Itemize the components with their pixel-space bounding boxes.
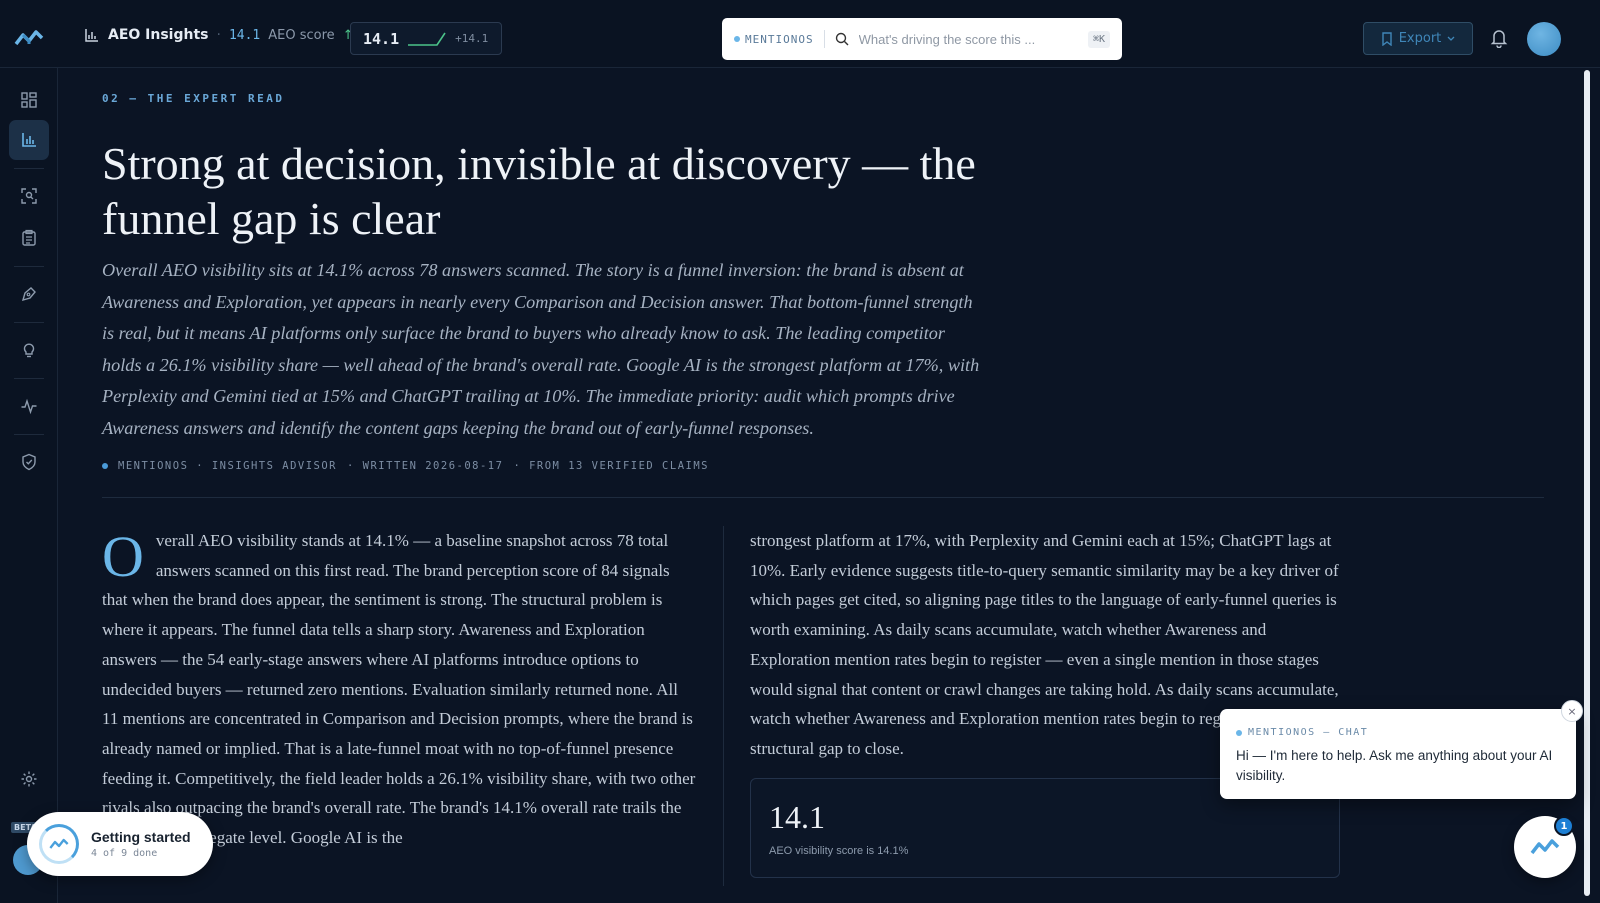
sidebar-divider [14, 322, 44, 323]
chevron-down-icon [1447, 36, 1455, 41]
sidebar-item-security[interactable] [9, 442, 49, 482]
export-button[interactable]: Export [1363, 22, 1473, 55]
aeo-score-value: 14.1 [228, 27, 261, 43]
sidebar-item-ideas[interactable] [9, 330, 49, 370]
getting-started-title: Getting started [91, 829, 191, 845]
search-tag-label: MENTIONOS [745, 32, 814, 46]
getting-started-widget[interactable]: Getting started 4 of 9 done [27, 812, 213, 876]
sidebar-item-insights[interactable] [9, 120, 49, 160]
status-dot [1236, 729, 1242, 736]
author-dot [102, 463, 108, 469]
sidebar-item-scan[interactable] [9, 176, 49, 216]
sidebar-divider [14, 378, 44, 379]
byline-written: · WRITTEN 2026-08-17 [347, 460, 504, 472]
sidebar [0, 68, 58, 903]
column-divider [723, 526, 724, 886]
notification-badge: 1 [1554, 816, 1574, 836]
chat-popup[interactable]: MENTIONOS — CHAT Hi — I'm here to help. … [1220, 709, 1576, 799]
getting-started-progress: 4 of 9 done [91, 848, 158, 859]
user-avatar[interactable] [1527, 22, 1561, 56]
sidebar-item-reports[interactable] [9, 218, 49, 258]
sidebar-divider [14, 434, 44, 435]
brand-logo-icon [1530, 839, 1560, 855]
chip-score: 14.1 [363, 29, 400, 48]
byline: MENTIONOS · INSIGHTS ADVISOR · WRITTEN 2… [102, 460, 709, 472]
clipboard-icon [22, 229, 36, 246]
export-icon [1382, 31, 1392, 46]
lightbulb-icon [23, 343, 35, 358]
progress-ring [39, 824, 79, 864]
section-eyebrow: 02 — THE EXPERT READ [102, 92, 285, 105]
byline-author: MENTIONOS · INSIGHTS ADVISOR [118, 460, 338, 472]
top-bar: AEO Insights · 14.1 AEO score ↑ 14.1 +14… [0, 0, 1600, 68]
grid-icon [21, 92, 37, 108]
article-headline: Strong at decision, invisible at discove… [102, 138, 976, 244]
sidebar-item-settings[interactable] [9, 759, 49, 799]
chat-message: Hi — I'm here to help. Ask me anything a… [1236, 748, 1553, 783]
scrollbar[interactable] [1584, 70, 1590, 896]
pen-tool-icon [21, 287, 36, 302]
bar-chart-icon [85, 29, 98, 42]
scan-face-icon [21, 188, 37, 204]
section-divider [102, 497, 1544, 498]
status-dot [734, 36, 740, 42]
search-input[interactable] [858, 31, 1078, 47]
column-1-text: verall AEO visibility stands at 14.1% — … [102, 531, 696, 848]
activity-icon [21, 398, 37, 415]
article-lede: Overall AEO visibility sits at 14.1% acr… [102, 260, 980, 438]
getting-started-text: Getting started 4 of 9 done [91, 829, 191, 859]
stat-value: 14.1 [769, 799, 825, 835]
drop-cap: O [102, 524, 144, 589]
score-sparkline-chip[interactable]: 14.1 +14.1 [350, 22, 502, 55]
separator-dot: · [216, 27, 221, 43]
stat-caption: AEO visibility score is 14.1% [769, 845, 909, 857]
byline-claims: · FROM 13 VERIFIED CLAIMS [513, 460, 709, 472]
chat-label-text: MENTIONOS — CHAT [1248, 727, 1369, 738]
article-column-1: O verall AEO visibility stands at 14.1% … [102, 526, 697, 853]
chat-label: MENTIONOS — CHAT [1236, 727, 1368, 738]
close-icon[interactable]: × [1561, 700, 1583, 722]
bar-chart-icon [22, 133, 36, 147]
app-title-group: AEO Insights · 14.1 AEO score ↑ [84, 27, 354, 43]
app-name: AEO Insights [108, 27, 209, 43]
search-tag: MENTIONOS [734, 33, 814, 46]
sidebar-item-dashboard[interactable] [9, 80, 49, 120]
sidebar-item-content[interactable] [9, 274, 49, 314]
brand-logo-icon[interactable] [14, 28, 44, 48]
bell-icon[interactable] [1490, 28, 1508, 48]
shortcut-hint: ⌘K [1087, 30, 1110, 48]
search-icon [835, 32, 849, 46]
brand-logo-icon [49, 838, 69, 849]
export-label: Export [1398, 31, 1442, 46]
divider [823, 30, 825, 48]
search-bar[interactable]: MENTIONOS ⌘K [722, 18, 1122, 60]
sidebar-divider [14, 168, 44, 169]
settings-icon [21, 771, 37, 787]
aeo-score-label: AEO score [268, 27, 335, 43]
sidebar-item-activity[interactable] [9, 386, 49, 426]
sparkline [408, 32, 446, 46]
chip-delta: +14.1 [455, 32, 489, 45]
sidebar-divider [14, 266, 44, 267]
shield-check-icon [22, 453, 36, 471]
